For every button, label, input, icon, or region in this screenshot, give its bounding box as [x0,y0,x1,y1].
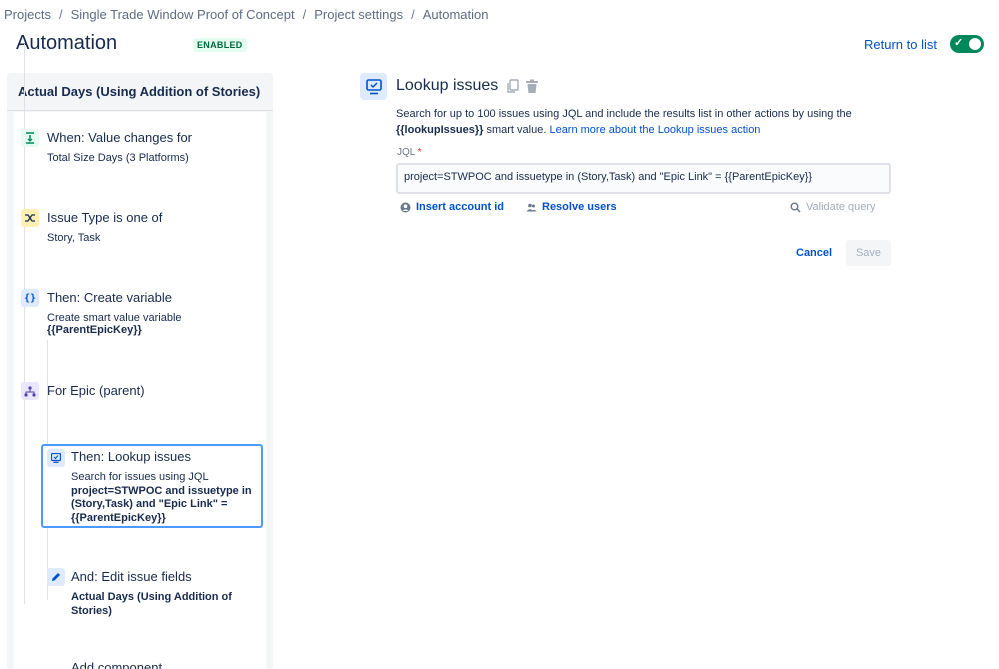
step-edit-sub: Actual Days (Using Addition of Stories) [71,591,257,618]
rule-name: Actual Days (Using Addition of Stories) [18,84,261,99]
step-edit-title[interactable]: And: Edit issue fields [71,569,192,584]
jql-input[interactable]: project=STWPOC and issuetype in (Story,T… [396,163,891,194]
rule-header: Actual Days (Using Addition of Stories) [7,73,273,111]
lookup-icon [47,449,65,467]
value-change-icon [21,129,39,147]
status-badge: ENABLED [193,38,247,52]
breadcrumb-separator: / [302,7,307,22]
user-icon [400,202,411,212]
step-edit-field: Actual Days (Using Addition of Stories) [71,591,232,617]
return-to-list-link[interactable]: Return to list [864,37,937,52]
page-title: Automation [16,32,118,54]
breadcrumb-automation[interactable]: Automation [423,7,489,22]
cancel-button[interactable]: Cancel [786,240,842,266]
action-title: Lookup issues [396,77,499,94]
step-condition-sub: Story, Task [47,232,101,244]
hierarchy-icon [21,382,39,400]
step-create-variable-name: {{ParentEpicKey}} [47,324,142,336]
lookup-icon [360,73,387,100]
validate-query-button[interactable]: Validate query [790,201,876,213]
resolve-users-label: Resolve users [542,201,617,213]
jql-label: JQL * [397,147,422,158]
breadcrumb: Projects / Single Trade Window Proof of Co… [4,7,489,22]
step-lookup-sub: Search for issues using JQL project=STWP… [71,471,257,525]
search-icon [790,202,801,213]
step-condition-title[interactable]: Issue Type is one of [47,210,162,225]
step-branch-title[interactable]: For Epic (parent) [47,383,145,398]
shuffle-icon [21,209,39,227]
breadcrumb-separator: / [58,7,63,22]
action-desc-part2: smart value. [483,124,550,136]
action-desc-part1: Search for up to 100 issues using JQL an… [396,108,852,120]
step-create-variable-desc: Create smart value variable [47,312,182,324]
pencil-icon [47,568,65,586]
delete-icon[interactable] [525,79,539,97]
step-lookup-jql: project=STWPOC and issuetype in (Story,T… [71,484,252,524]
save-button[interactable]: Save [846,240,891,266]
insert-account-id-button[interactable]: Insert account id [400,201,504,213]
step-create-variable-sub: Create smart value variable {{ParentEpic… [47,312,247,336]
validate-query-label: Validate query [806,201,876,213]
breadcrumb-project[interactable]: Single Trade Window Proof of Concept [71,7,295,22]
required-marker: * [417,147,422,158]
breadcrumb-projects[interactable]: Projects [4,7,51,22]
breadcrumb-separator: / [411,7,415,22]
insert-account-id-label: Insert account id [416,201,505,213]
rule-enabled-toggle[interactable]: ✓ [950,35,984,53]
step-lookup-title[interactable]: Then: Lookup issues [71,449,191,464]
timeline-line [24,44,25,604]
action-description: Search for up to 100 issues using JQL an… [396,106,896,138]
step-create-variable-title[interactable]: Then: Create variable [47,290,172,305]
step-lookup-desc: Search for issues using JQL [71,471,209,483]
step-trigger-title[interactable]: When: Value changes for [47,130,192,145]
learn-more-link[interactable]: Learn more about the Lookup issues actio… [549,124,760,136]
users-icon [526,203,537,211]
action-desc-smart-value: {{lookupIssues}} [396,124,484,136]
toggle-knob [969,38,981,50]
jql-label-text: JQL [397,147,415,158]
resolve-users-button[interactable]: Resolve users [526,201,617,213]
step-trigger-sub: Total Size Days (3 Platforms) [47,152,189,164]
copy-icon[interactable] [506,79,520,97]
breadcrumb-project-settings[interactable]: Project settings [314,7,403,22]
check-icon: ✓ [954,37,964,49]
add-component-link[interactable]: Add component [71,660,162,669]
braces-icon: {} [21,289,39,307]
